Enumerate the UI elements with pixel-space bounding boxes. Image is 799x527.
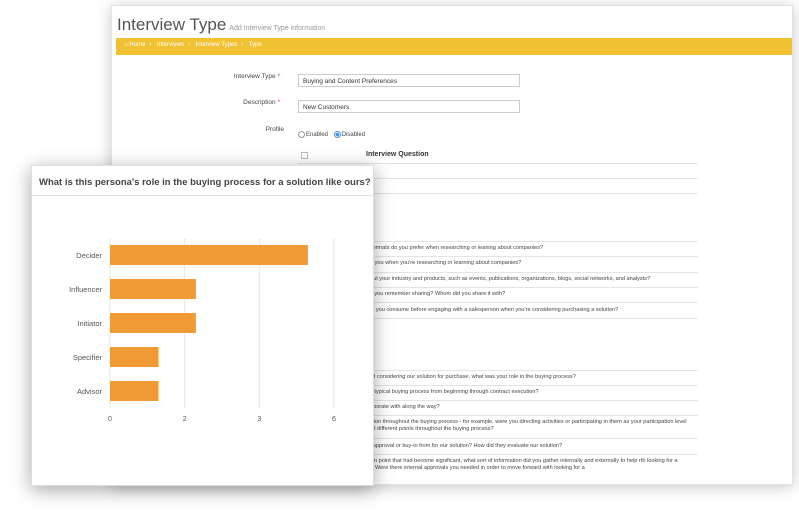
home-icon: ⌂ bbox=[124, 42, 128, 48]
question-row[interactable]: resource you remember sharing? Whom did … bbox=[351, 291, 696, 298]
bar bbox=[110, 245, 308, 265]
question-row[interactable]: had a pain point that had become signifi… bbox=[351, 458, 696, 474]
x-tick-label: 0 bbox=[108, 416, 112, 423]
question-row[interactable]: participation throughout the buying proc… bbox=[351, 419, 696, 435]
question-table-header: Interview Question bbox=[366, 151, 429, 158]
question-row[interactable]: best with you when you're researching or… bbox=[351, 260, 696, 267]
select-all-checkbox[interactable] bbox=[301, 152, 308, 159]
x-tick-label: 3 bbox=[257, 416, 261, 423]
x-tick-label: 6 bbox=[332, 416, 336, 423]
question-row[interactable]: ching and considering our solution for p… bbox=[351, 374, 696, 381]
breadcrumb-interviews[interactable]: Interviews bbox=[157, 42, 184, 48]
question-row[interactable]: you collaborate with along the way? bbox=[351, 404, 696, 411]
question-row[interactable]: mpany bbox=[351, 167, 696, 174]
question-row[interactable]: ou need approval or buy-in from for our … bbox=[351, 443, 696, 450]
x-tick-label: 2 bbox=[183, 416, 187, 423]
bar bbox=[110, 279, 196, 299]
category-label: Decider bbox=[76, 251, 102, 260]
interview-type-input[interactable]: Buying and Content Preferences bbox=[298, 74, 520, 87]
chart-card: What is this persona's role in the buyin… bbox=[31, 165, 374, 486]
question-row[interactable]: ontent do you consume before engaging wi… bbox=[351, 307, 696, 314]
category-label: Initiator bbox=[77, 319, 102, 328]
profile-enabled-label: Enabled bbox=[306, 132, 329, 139]
interview-type-label: Interview Type * bbox=[233, 73, 280, 80]
profile-enabled-radio[interactable] bbox=[298, 131, 305, 138]
bar bbox=[110, 313, 196, 333]
breadcrumb-type: Type bbox=[248, 42, 262, 48]
breadcrumb: ⌂ Home › Interviews › Interview Types › Typ… bbox=[124, 42, 262, 48]
category-label: Specifier bbox=[73, 353, 103, 362]
profile-label: Profile bbox=[265, 126, 284, 133]
table-divider bbox=[298, 163, 698, 164]
question-row[interactable]: e bbox=[351, 182, 696, 189]
profile-radio-group: Enabled Disabled bbox=[298, 131, 365, 138]
profile-disabled-radio[interactable] bbox=[333, 131, 341, 138]
bar bbox=[110, 381, 159, 401]
bar bbox=[110, 347, 159, 367]
category-label: Advisor bbox=[77, 387, 103, 396]
role-bar-chart: 0 2 3 6 Decider Influencer Initiator Specifier A… bbox=[69, 238, 336, 423]
breadcrumb-home[interactable]: Home bbox=[129, 42, 145, 48]
page-title: Interview Type Add Interview Type informa… bbox=[117, 15, 326, 34]
profile-disabled-label: Disabled bbox=[341, 132, 366, 139]
description-label: Description * bbox=[243, 99, 280, 106]
page-subtitle: Add Interview Type information bbox=[229, 25, 326, 32]
question-row[interactable]: earn about your industry and products, s… bbox=[351, 276, 696, 283]
question-row[interactable]: ugh your typical buying process from beg… bbox=[351, 389, 696, 396]
category-label: Influencer bbox=[69, 285, 102, 294]
question-row[interactable]: content formats do you prefer when resea… bbox=[351, 245, 696, 252]
breadcrumb-bar: ⌂ Home › Interviews › Interview Types › Typ… bbox=[116, 38, 792, 55]
breadcrumb-interview-types[interactable]: Interview Types bbox=[196, 42, 238, 48]
description-input[interactable]: New Customers bbox=[298, 100, 520, 113]
